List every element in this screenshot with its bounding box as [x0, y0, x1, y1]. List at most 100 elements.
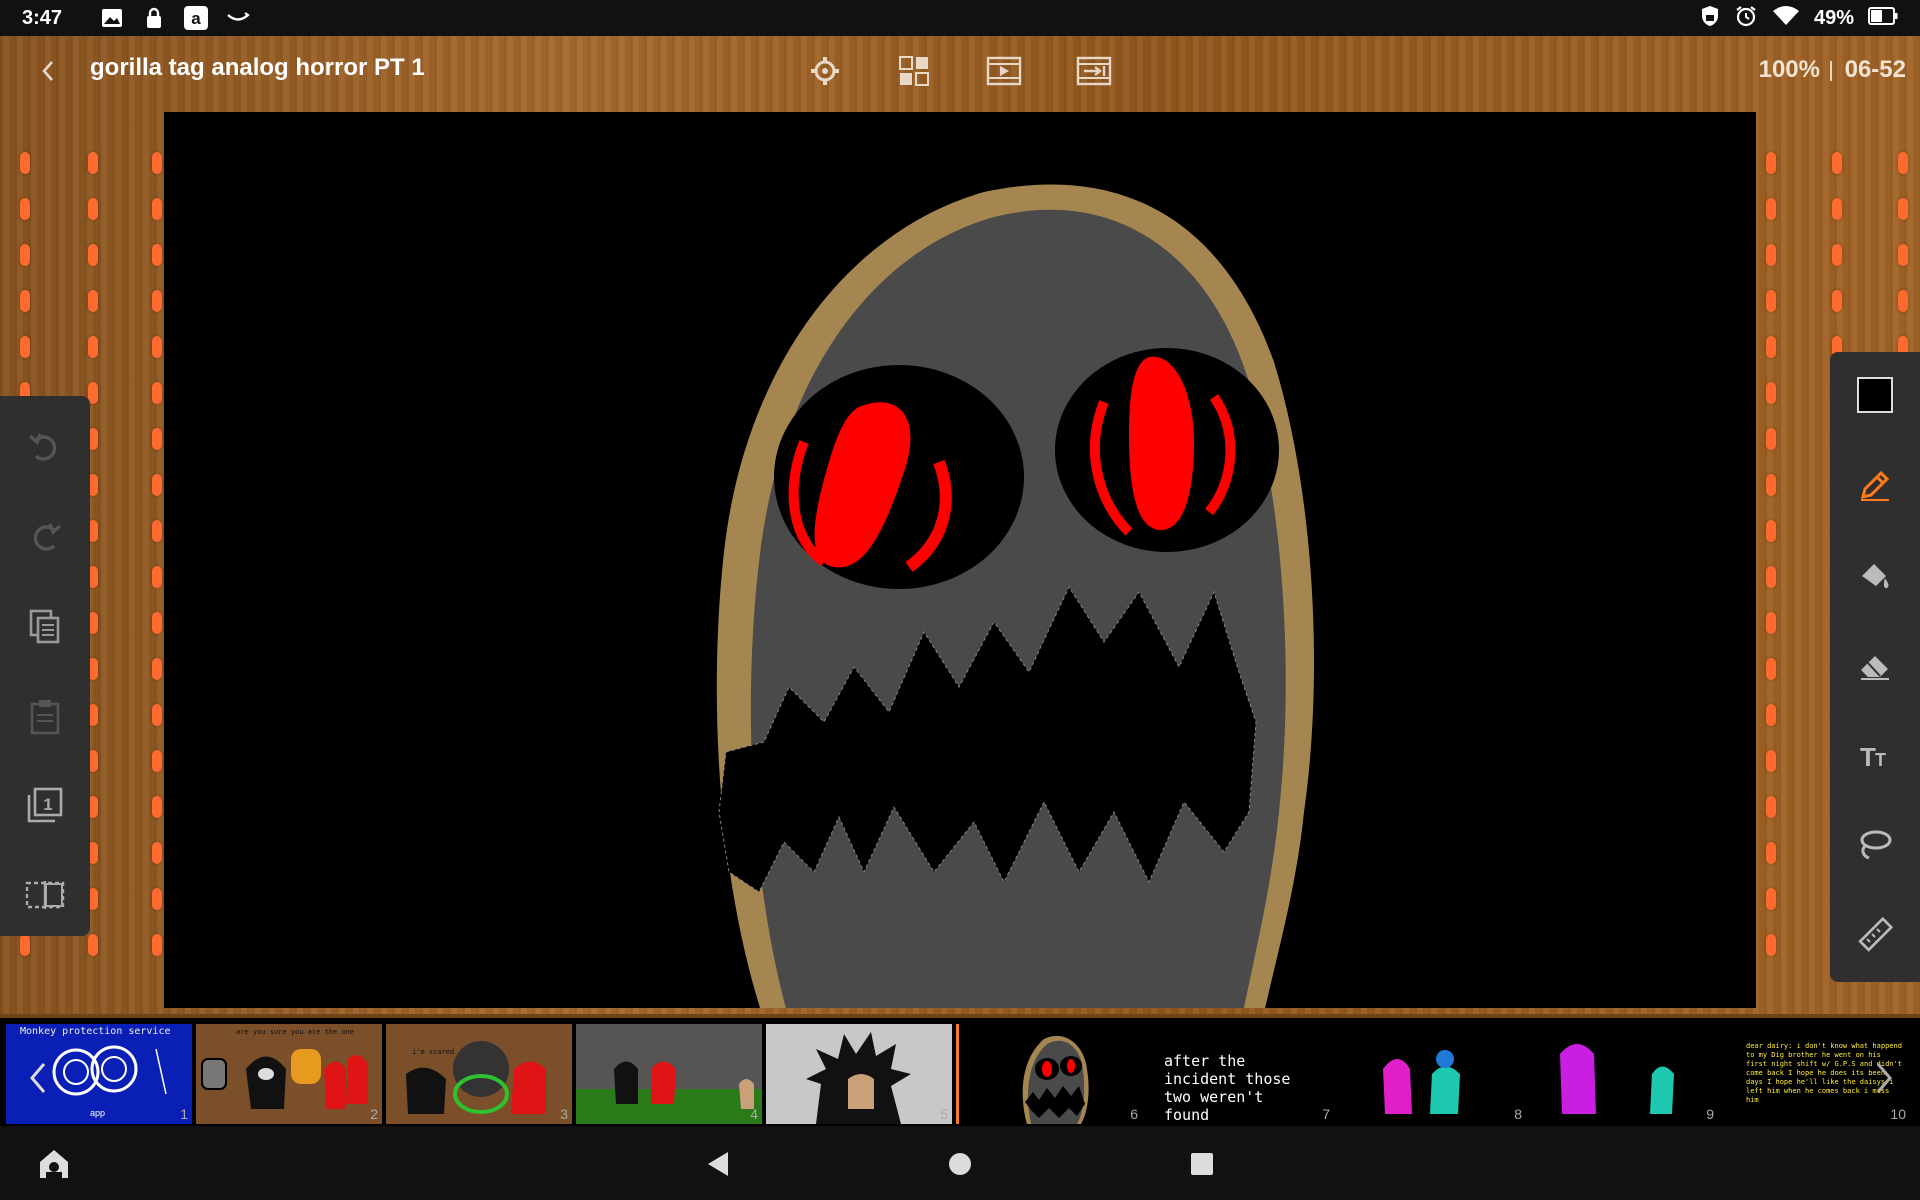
ruler-icon [1858, 917, 1893, 952]
paste-button[interactable] [22, 694, 68, 740]
drawing-canvas[interactable] [164, 112, 1756, 1008]
onion-skin-button[interactable] [22, 872, 68, 918]
frame-number: 4 [750, 1106, 758, 1122]
frame-8-art [1383, 1050, 1460, 1114]
frame-6-art [1022, 1035, 1089, 1124]
frame-thumb-3[interactable]: i'm scared 3 [386, 1024, 572, 1124]
frame-number: 10 [1890, 1106, 1906, 1122]
frame-number: 7 [1322, 1106, 1330, 1122]
battery-icon [1868, 6, 1898, 30]
frame-9-art [1560, 1044, 1674, 1114]
project-title: gorilla tag analog horror PT 1 [90, 54, 425, 81]
nav-recents-button[interactable] [1182, 1144, 1222, 1184]
chevron-right-icon [1876, 1063, 1892, 1093]
frame-thumb-5[interactable]: 5 [766, 1024, 952, 1124]
paste-icon [30, 700, 60, 735]
undo-icon [28, 433, 57, 461]
vpn-lock-icon [1700, 5, 1720, 32]
svg-text:a: a [191, 9, 201, 28]
system-nav-bar [0, 1126, 1920, 1200]
text-tool[interactable]: TT [1852, 732, 1898, 778]
home-icon [40, 1150, 68, 1178]
fill-icon [1862, 564, 1889, 589]
smile-icon [226, 7, 250, 29]
frame-timeline[interactable]: Monkey protection service app 1 are you … [0, 1014, 1920, 1130]
recents-nav-icon [1191, 1153, 1213, 1175]
lock-icon [142, 7, 166, 29]
pencil-icon [1860, 470, 1890, 501]
status-time: 3:47 [22, 6, 63, 29]
eraser-tool[interactable] [1852, 642, 1898, 688]
frame-4-art [614, 1061, 754, 1109]
wifi-icon [1772, 5, 1800, 32]
frame-number: 2 [370, 1106, 378, 1122]
right-toolbar: TT [1830, 352, 1920, 982]
undo-button[interactable] [22, 424, 68, 470]
color-swatch[interactable] [1852, 372, 1898, 418]
status-bar: 3:47 a 49% [0, 0, 1920, 36]
frame-number: 5 [940, 1106, 948, 1122]
left-toolbar: 1 [0, 396, 90, 936]
amazon-icon: a [184, 6, 208, 30]
layers-button[interactable] [894, 51, 934, 91]
frame-thumb-8[interactable]: 8 [1340, 1024, 1526, 1124]
svg-text:T: T [1875, 750, 1886, 770]
text-icon: TT [1860, 742, 1886, 772]
frame-number: 6 [1130, 1106, 1138, 1122]
settings-icon [811, 57, 839, 85]
frame-actions-icon [1076, 56, 1112, 86]
frame-number: 1 [180, 1106, 188, 1122]
frame-actions-button[interactable] [1074, 51, 1114, 91]
frame-number: 9 [1706, 1106, 1714, 1122]
frame-number: 8 [1514, 1106, 1522, 1122]
alarm-icon [1734, 4, 1758, 33]
copy-icon [29, 609, 60, 644]
workspace: 1 TT [0, 106, 1920, 1014]
back-icon [42, 61, 53, 81]
frame-thumb-6-current[interactable]: 6 [956, 1024, 1142, 1124]
frame-thumb-7[interactable]: after the incident those two weren't fou… [1148, 1024, 1334, 1124]
play-preview-button[interactable] [984, 51, 1024, 91]
layer-button[interactable]: 1 [22, 782, 68, 828]
frame-1-sub: app [90, 1108, 106, 1118]
wood-decoration-right-1 [1766, 152, 1776, 980]
zoom-level[interactable]: 100% [1759, 56, 1820, 84]
app-toolbar: gorilla tag analog horror PT 1 100% 06-5… [0, 36, 1920, 106]
canvas-drawing [716, 184, 1314, 1008]
eraser-icon [1861, 656, 1889, 680]
pencil-tool[interactable] [1852, 462, 1898, 508]
settings-button[interactable] [805, 51, 845, 91]
timeline-next-button[interactable] [1866, 1048, 1902, 1108]
frame-thumb-2[interactable]: are you sure you are the one 2 [196, 1024, 382, 1124]
frame-number: 3 [560, 1106, 568, 1122]
nav-home-button[interactable] [940, 1144, 980, 1184]
home-app-button[interactable] [34, 1144, 74, 1184]
frame-thumb-9[interactable]: 9 [1532, 1024, 1718, 1124]
fill-tool[interactable] [1852, 552, 1898, 598]
copy-button[interactable] [22, 604, 68, 650]
play-preview-icon [986, 56, 1022, 86]
layers-icon [899, 56, 929, 86]
onion-skin-icon [25, 881, 65, 909]
lasso-tool[interactable] [1852, 822, 1898, 868]
layer-1-icon: 1 [27, 787, 63, 823]
frame-3-art [406, 1041, 546, 1114]
redo-icon [33, 523, 62, 551]
nav-back-button[interactable] [698, 1144, 738, 1184]
frame-5-art [806, 1032, 911, 1124]
lasso-icon [1860, 830, 1892, 860]
back-button[interactable] [30, 52, 66, 90]
chevron-left-icon [30, 1063, 46, 1093]
timeline-prev-button[interactable] [20, 1048, 56, 1108]
frame-thumb-4[interactable]: 4 [576, 1024, 762, 1124]
ruler-tool[interactable] [1852, 912, 1898, 958]
redo-button[interactable] [22, 514, 68, 560]
frame-2-art [201, 1049, 368, 1109]
svg-text:1: 1 [43, 795, 52, 814]
current-color-box [1857, 377, 1893, 413]
frame-7-caption: after the incident those two weren't fou… [1164, 1052, 1291, 1124]
home-nav-icon [949, 1153, 971, 1175]
toolbar-divider [1830, 61, 1832, 81]
frame-counter[interactable]: 06-52 [1845, 56, 1906, 84]
svg-text:T: T [1860, 742, 1876, 772]
